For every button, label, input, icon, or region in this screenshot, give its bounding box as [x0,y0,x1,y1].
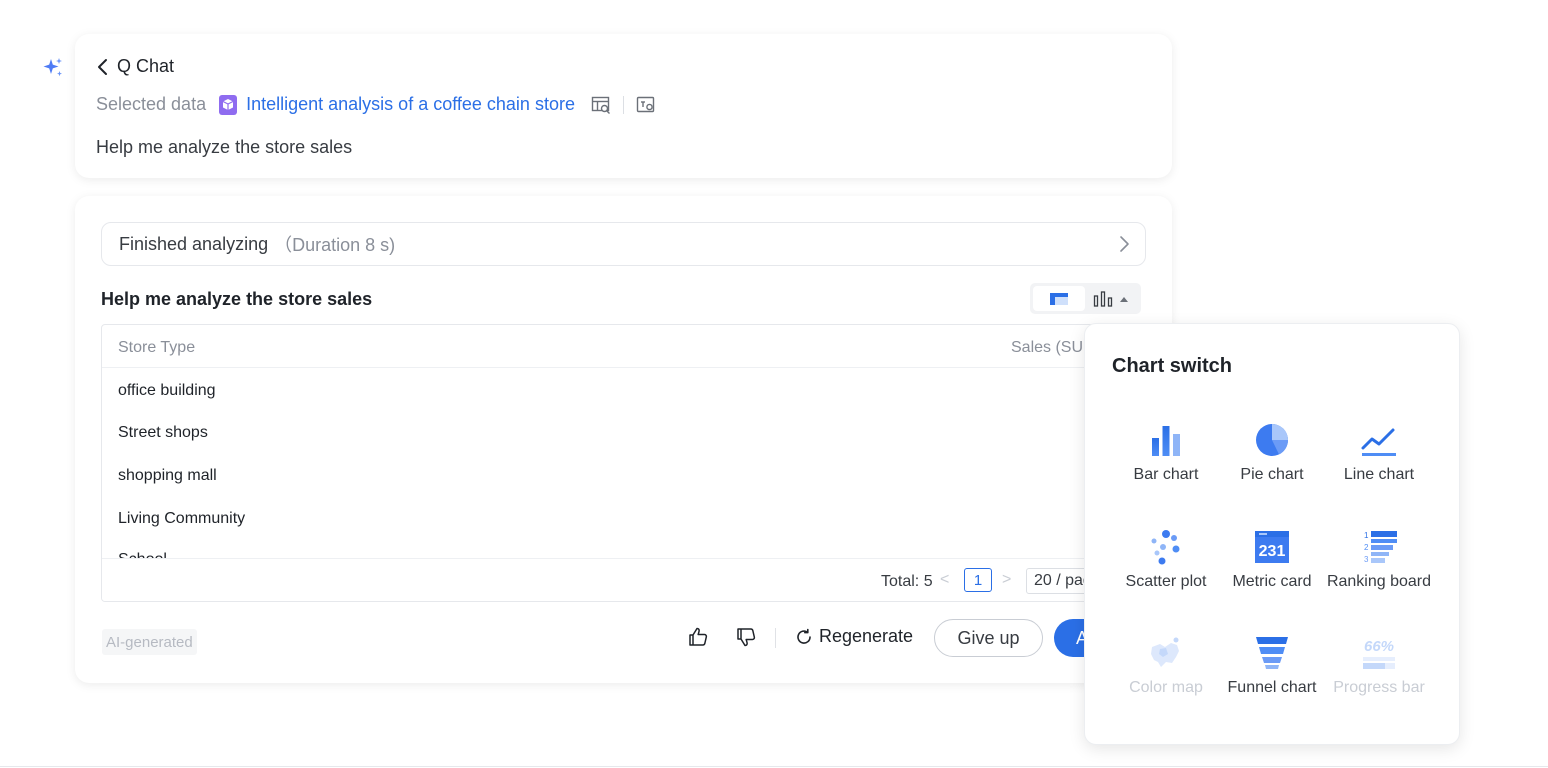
data-table: Store Type Sales (SUM) office building S… [101,324,1146,602]
caret-up-icon [1120,296,1128,302]
column-header-store-type: Store Type [118,339,196,356]
next-page-icon[interactable]: > [1002,571,1011,589]
line-chart-label: Line chart [1343,466,1415,483]
svg-text:2: 2 [1364,543,1369,552]
color-map-icon [1151,637,1179,667]
bar-chart-icon [1152,426,1180,456]
toolbar-divider [622,95,624,114]
regenerate-button[interactable]: Regenerate [795,626,913,647]
total-count: Total: 5 [881,573,933,590]
svg-text:1: 1 [1364,531,1369,540]
analysis-status-bar[interactable]: Finished analyzing （Duration 8 s) [101,222,1146,266]
selected-data-row: Selected data Intelligent analysis of a … [96,94,656,115]
status-text: Finished analyzing [119,233,269,254]
query-card: Q Chat Selected data Intelligent analysi… [75,34,1172,178]
selected-data-label: Selected data [96,94,207,114]
sparkle-icon [43,58,62,77]
dataset-icon [219,94,238,115]
regenerate-label: Regenerate [819,626,914,646]
bar-chart-label: Bar chart [1133,466,1199,483]
funnel-chart-label: Funnel chart [1227,679,1317,696]
thumbs-up-icon[interactable] [687,626,709,648]
give-up-button[interactable]: Give up [934,619,1043,657]
progress-bar-icon: 66% [1363,638,1395,669]
user-question: Help me analyze the store sales [96,137,353,157]
bottom-divider [0,766,1548,767]
back-label: Q Chat [117,56,175,76]
table-row: shopping mall [118,467,217,484]
chevron-right-icon [1120,236,1129,252]
bar-chart-icon [1093,290,1113,307]
progress-bar-icon-text: 66% [1364,638,1394,655]
scatter-plot-label: Scatter plot [1125,573,1207,590]
metric-card-icon: 231 [1255,531,1289,563]
line-chart-option[interactable]: Line chart [1317,422,1441,484]
dataset-link[interactable]: Intelligent analysis of a coffee chain s… [246,94,575,115]
metric-card-icon-text: 231 [1259,543,1286,560]
pagination: Total: 5 < 1 > 20 / page [102,558,1145,601]
color-map-label: Color map [1129,679,1203,696]
pie-chart-icon [1256,424,1288,456]
pie-chart-label: Pie chart [1240,466,1304,483]
data-preview-icon[interactable] [591,95,611,115]
progress-bar-option: 66% Progress bar [1317,635,1441,697]
table-view-button[interactable] [1033,286,1085,311]
funnel-chart-option[interactable]: Funnel chart [1210,635,1334,697]
view-toggle [1030,283,1141,314]
result-title: Help me analyze the store sales [101,289,373,309]
line-chart-icon [1361,428,1396,456]
chart-switch-popover: Chart switch Bar chart Pie chart Line ch… [1084,323,1460,745]
table-row: Street shops [118,424,208,441]
funnel-chart-icon [1256,637,1288,669]
status-duration: （Duration 8 s) [274,235,396,255]
ranking-board-option[interactable]: 1 2 3 Ranking board [1317,529,1441,591]
back-button[interactable]: Q Chat [95,56,174,77]
ranking-board-label: Ranking board [1326,573,1432,590]
refresh-icon [797,628,811,644]
svg-text:3: 3 [1364,555,1369,564]
data-settings-icon[interactable] [636,95,656,115]
table-row: Living Community [118,510,246,527]
chart-view-button[interactable] [1093,290,1129,307]
chevron-left-icon [98,58,107,75]
scatter-plot-icon [1151,530,1180,565]
prev-page-icon[interactable]: < [940,571,949,589]
actions-divider [775,628,776,648]
table-row: office building [118,382,216,399]
answer-card: Finished analyzing （Duration 8 s) Help m… [75,196,1172,683]
ranking-board-icon: 1 2 3 [1364,531,1397,564]
ai-generated-tag: AI-generated [102,629,197,655]
metric-card-label: Metric card [1232,573,1312,590]
page-number-button[interactable]: 1 [964,568,992,592]
pie-chart-option[interactable]: Pie chart [1210,422,1334,484]
thumbs-down-icon[interactable] [735,626,757,648]
table-view-icon [1050,292,1068,305]
progress-bar-label: Progress bar [1333,679,1425,696]
header-divider [102,367,1145,368]
chart-switch-title: Chart switch [1112,355,1233,377]
metric-card-option[interactable]: 231 Metric card [1210,529,1334,591]
